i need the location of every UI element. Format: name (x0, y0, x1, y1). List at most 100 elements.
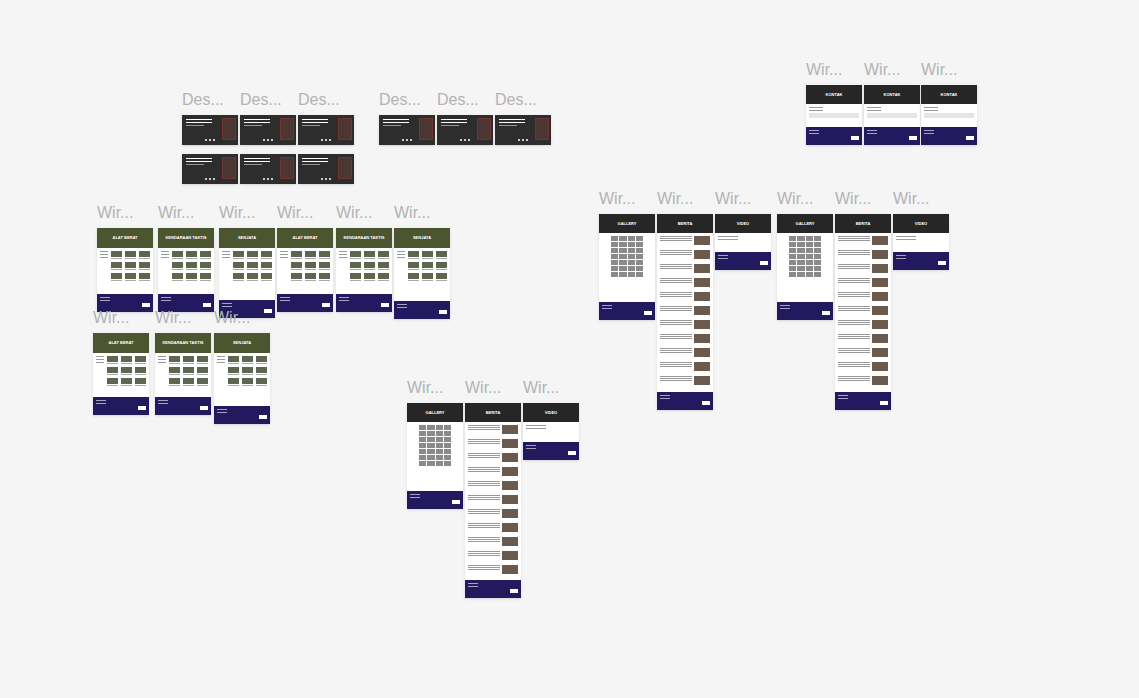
frame[interactable] (240, 115, 296, 145)
frame-label[interactable]: Des... (240, 92, 282, 108)
frame[interactable]: KONTAK (921, 85, 977, 145)
text-line (422, 258, 433, 259)
frame[interactable] (298, 154, 354, 184)
frame-label[interactable]: Wir... (394, 205, 430, 221)
frame[interactable] (495, 115, 551, 145)
frame-label[interactable]: Wir... (777, 191, 813, 207)
frame[interactable]: ALAT BERAT (277, 228, 333, 312)
frame-label[interactable]: Wir... (523, 380, 559, 396)
text-line (121, 374, 132, 375)
text-line (186, 258, 197, 259)
frame[interactable] (182, 154, 238, 184)
news-text (660, 236, 692, 245)
text-line (838, 366, 870, 367)
sidebar (96, 356, 104, 394)
frame-label[interactable]: Wir... (599, 191, 635, 207)
frame-label[interactable]: Wir... (97, 205, 133, 221)
frame-body (921, 104, 977, 127)
frame-label[interactable]: Wir... (657, 191, 693, 207)
dot (271, 139, 273, 141)
frame[interactable]: BERITA (657, 214, 713, 410)
frame-label[interactable]: Wir... (893, 191, 929, 207)
product-image (256, 356, 267, 362)
product-card (183, 367, 194, 375)
text-line (244, 125, 262, 126)
frame-label[interactable]: Wir... (864, 62, 900, 78)
news-item (660, 348, 710, 357)
frame[interactable] (240, 154, 296, 184)
frame-label[interactable]: Wir... (835, 191, 871, 207)
product-card (121, 367, 132, 375)
gallery-tile (619, 254, 626, 259)
news-image (502, 453, 518, 462)
frame[interactable]: SENJATA (214, 333, 270, 424)
footer-links (468, 583, 478, 587)
frame-label[interactable]: Wir... (219, 205, 255, 221)
text-line (96, 359, 104, 360)
frame-label[interactable]: Wir... (336, 205, 372, 221)
frame[interactable]: GALLERY (777, 214, 833, 320)
hero-image (222, 157, 236, 179)
product-card (183, 378, 194, 386)
frame-label[interactable]: Wir... (277, 205, 313, 221)
product-card (436, 273, 447, 281)
gallery-tile (789, 248, 796, 253)
frame-label[interactable]: Wir... (158, 205, 194, 221)
frame[interactable] (379, 115, 435, 145)
frame-label[interactable]: Des... (437, 92, 479, 108)
frame[interactable]: VIDEO (523, 403, 579, 460)
frame-label[interactable]: Wir... (214, 310, 250, 326)
gallery-tile (611, 266, 618, 271)
text-line (125, 258, 136, 259)
frame-label[interactable]: Wir... (921, 62, 957, 78)
frame[interactable]: ALAT BERAT (93, 333, 149, 415)
frame[interactable]: KENDARAAN TAKTIS (158, 228, 214, 312)
product-card (107, 367, 118, 375)
product-image (125, 273, 136, 279)
frame[interactable] (182, 115, 238, 145)
product-grid (111, 251, 150, 291)
frame-body (394, 248, 450, 301)
frame-label[interactable]: Wir... (407, 380, 443, 396)
frame[interactable]: GALLERY (599, 214, 655, 320)
frame[interactable]: KONTAK (806, 85, 862, 145)
frame-label[interactable]: Wir... (465, 380, 501, 396)
frame[interactable]: BERITA (465, 403, 521, 598)
frame[interactable]: SENJATA (219, 228, 275, 318)
text-line (468, 553, 500, 554)
frame[interactable]: SENJATA (394, 228, 450, 319)
text-line (660, 264, 692, 265)
frame[interactable]: KONTAK (864, 85, 920, 145)
frame-label[interactable]: Wir... (93, 310, 129, 326)
frame[interactable] (437, 115, 493, 145)
news-text (660, 292, 692, 301)
frame[interactable]: KENDARAAN TAKTIS (155, 333, 211, 415)
frame[interactable]: KENDARAAN TAKTIS (336, 228, 392, 312)
frame-label[interactable]: Wir... (806, 62, 842, 78)
frame-label[interactable]: Wir... (715, 191, 751, 207)
frame[interactable]: BERITA (835, 214, 891, 410)
sidebar (161, 251, 169, 291)
footer-links (397, 304, 407, 308)
frame-label[interactable]: Des... (379, 92, 421, 108)
text-line (280, 254, 288, 255)
frame-label[interactable]: Des... (495, 92, 537, 108)
frame[interactable]: GALLERY (407, 403, 463, 509)
frame-label[interactable]: Des... (182, 92, 224, 108)
footer-links (339, 297, 349, 301)
frame-label[interactable]: Des... (298, 92, 340, 108)
frame-header: KONTAK (806, 85, 862, 104)
product-image (305, 251, 316, 257)
product-image (261, 251, 272, 257)
frame[interactable]: VIDEO (893, 214, 949, 270)
product-image (107, 367, 118, 373)
text-line (838, 320, 870, 321)
product-card (408, 273, 419, 281)
product-image (228, 378, 239, 384)
frame-header: VIDEO (715, 214, 771, 233)
frame-label[interactable]: Wir... (155, 310, 191, 326)
canvas[interactable]: Des... Des... Des... Des... Des... Des... Wir.… (0, 0, 1139, 698)
frame[interactable] (298, 115, 354, 145)
frame[interactable]: ALAT BERAT (97, 228, 153, 312)
frame[interactable]: VIDEO (715, 214, 771, 270)
